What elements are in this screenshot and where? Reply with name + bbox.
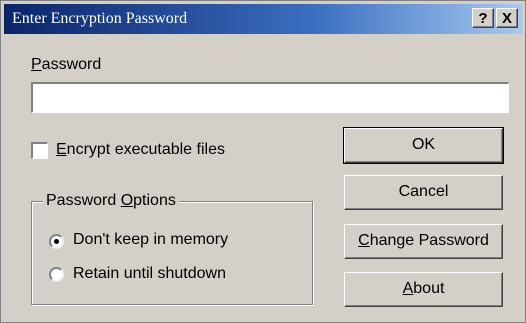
radio-dont-keep-in-memory[interactable] — [49, 234, 64, 249]
cancel-button-label: Cancel — [398, 183, 449, 200]
password-input[interactable] — [33, 84, 508, 112]
close-icon: X — [501, 10, 512, 27]
encrypt-executable-text: ncrypt executable files — [66, 141, 225, 158]
group-title-mnemonic: O — [120, 192, 134, 209]
change-password-mnemonic: C — [358, 232, 370, 249]
encrypt-executable-label[interactable]: Encrypt executable files — [56, 141, 225, 159]
ok-button-label: OK — [411, 136, 436, 153]
title-bar[interactable]: Enter Encryption Password ? X — [4, 4, 522, 34]
cancel-button[interactable]: Cancel — [344, 175, 503, 210]
radio-selected-dot — [54, 239, 59, 244]
about-text: bout — [413, 280, 445, 297]
group-title-part1: Password — [46, 192, 121, 209]
radio-retain-label[interactable]: Retain until shutdown — [73, 265, 226, 283]
encryption-password-dialog: Enter Encryption Password ? X Password E… — [0, 0, 526, 323]
password-label: Password — [31, 56, 101, 74]
change-password-text: hange Password — [369, 232, 489, 249]
radio-retain-until-shutdown[interactable] — [49, 267, 64, 282]
password-field[interactable] — [31, 82, 509, 113]
password-options-group — [31, 201, 313, 305]
group-title-part2: ptions — [133, 192, 176, 209]
encrypt-executable-mnemonic: E — [56, 141, 67, 158]
window-title: Enter Encryption Password — [12, 10, 188, 27]
encrypt-executable-checkbox[interactable] — [31, 142, 48, 159]
password-options-title: Password Options — [43, 192, 179, 210]
about-label: About — [403, 273, 445, 305]
ok-button[interactable]: OK — [343, 127, 504, 164]
close-button[interactable]: X — [496, 8, 518, 28]
help-button[interactable]: ? — [472, 8, 494, 28]
change-password-label: Change Password — [358, 225, 489, 257]
help-icon: ? — [478, 10, 488, 27]
password-label-mnemonic: P — [31, 56, 42, 73]
change-password-button[interactable]: Change Password — [344, 224, 503, 259]
password-label-text: assword — [41, 56, 102, 73]
radio-dont-keep-label[interactable]: Don't keep in memory — [73, 231, 228, 249]
about-mnemonic: A — [402, 280, 414, 297]
about-button[interactable]: About — [344, 272, 503, 307]
